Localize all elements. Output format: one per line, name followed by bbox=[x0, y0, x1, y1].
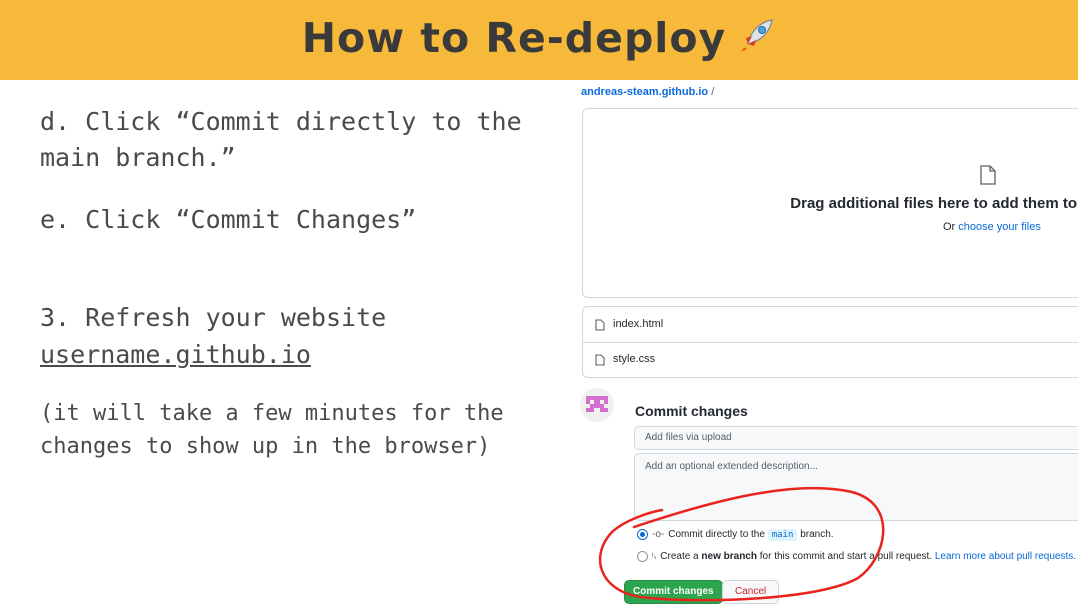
rocket-icon bbox=[736, 16, 776, 66]
note-line2: changes to show up in the browser) bbox=[40, 434, 491, 459]
website-link[interactable]: username.github.io bbox=[40, 337, 311, 373]
file-drop-zone[interactable]: Drag additional files here to add them t… bbox=[582, 108, 1078, 298]
option2-suffix: for this commit and start a pull request… bbox=[759, 551, 933, 562]
breadcrumb: andreas-steam.github.io / bbox=[581, 86, 714, 98]
github-upload-screenshot: andreas-steam.github.io / Drag additiona… bbox=[578, 84, 1078, 607]
option1-suffix: branch. bbox=[800, 529, 834, 541]
commit-form-title: Commit changes bbox=[635, 403, 748, 419]
file-icon bbox=[595, 353, 605, 371]
commit-summary-input[interactable]: Add files via upload bbox=[634, 426, 1078, 450]
step-d-line1: d. Click “Commit directly to the bbox=[40, 107, 522, 136]
option-new-branch[interactable]: ᵎ៶ Create a new branch for this commit an… bbox=[637, 548, 1076, 562]
file-row: style.css bbox=[583, 342, 1078, 377]
note-line1: (it will take a few minutes for the bbox=[40, 401, 504, 426]
breadcrumb-separator: / bbox=[711, 86, 715, 98]
file-name: style.css bbox=[613, 353, 656, 365]
breadcrumb-repo-link[interactable]: andreas-steam.github.io bbox=[581, 86, 708, 98]
pull-request-icon: ᵎ៶ bbox=[652, 551, 657, 562]
option-commit-directly[interactable]: -o- Commit directly to the main branch. bbox=[637, 529, 834, 542]
uploaded-file-list: index.html style.css bbox=[582, 306, 1078, 378]
drop-zone-prefix: Or bbox=[943, 221, 959, 233]
commit-description-input[interactable]: Add an optional extended description... bbox=[634, 453, 1078, 521]
slide-title-text: How to Re-deploy bbox=[301, 14, 727, 62]
cancel-button[interactable]: Cancel bbox=[722, 580, 780, 604]
slide-header: How to Re-deploy bbox=[0, 0, 1078, 80]
slide-title: How to Re-deploy bbox=[0, 14, 1078, 66]
avatar bbox=[580, 388, 614, 422]
commit-description-placeholder: Add an optional extended description... bbox=[645, 461, 818, 472]
drop-zone-title: Drag additional files here to add them t… bbox=[790, 195, 1077, 212]
commit-changes-button[interactable]: Commit changes bbox=[624, 580, 723, 604]
file-row: index.html bbox=[583, 307, 1078, 343]
step-e: e. Click “Commit Changes” bbox=[40, 205, 417, 234]
file-icon bbox=[595, 318, 605, 336]
drop-zone-subtitle: Or choose your files bbox=[943, 221, 1041, 233]
option2-prefix: Create a bbox=[660, 551, 699, 562]
choose-files-link[interactable]: choose your files bbox=[958, 221, 1041, 233]
commit-summary-placeholder: Add files via upload bbox=[645, 432, 732, 443]
branch-name: main bbox=[767, 529, 798, 542]
step-3: 3. Refresh your website bbox=[40, 303, 387, 332]
radio-commit-directly[interactable] bbox=[637, 529, 648, 540]
learn-more-link[interactable]: Learn more about pull requests. bbox=[935, 551, 1076, 562]
file-icon bbox=[980, 165, 996, 190]
commit-icon: -o- bbox=[652, 529, 665, 541]
option2-bold: new branch bbox=[701, 551, 757, 562]
commit-form: Commit changes Add files via upload Add … bbox=[622, 386, 1078, 607]
step-d-line2: main branch.” bbox=[40, 143, 236, 172]
file-name: index.html bbox=[613, 318, 664, 330]
radio-new-branch[interactable] bbox=[637, 550, 648, 562]
option1-prefix: Commit directly to the bbox=[668, 529, 765, 541]
